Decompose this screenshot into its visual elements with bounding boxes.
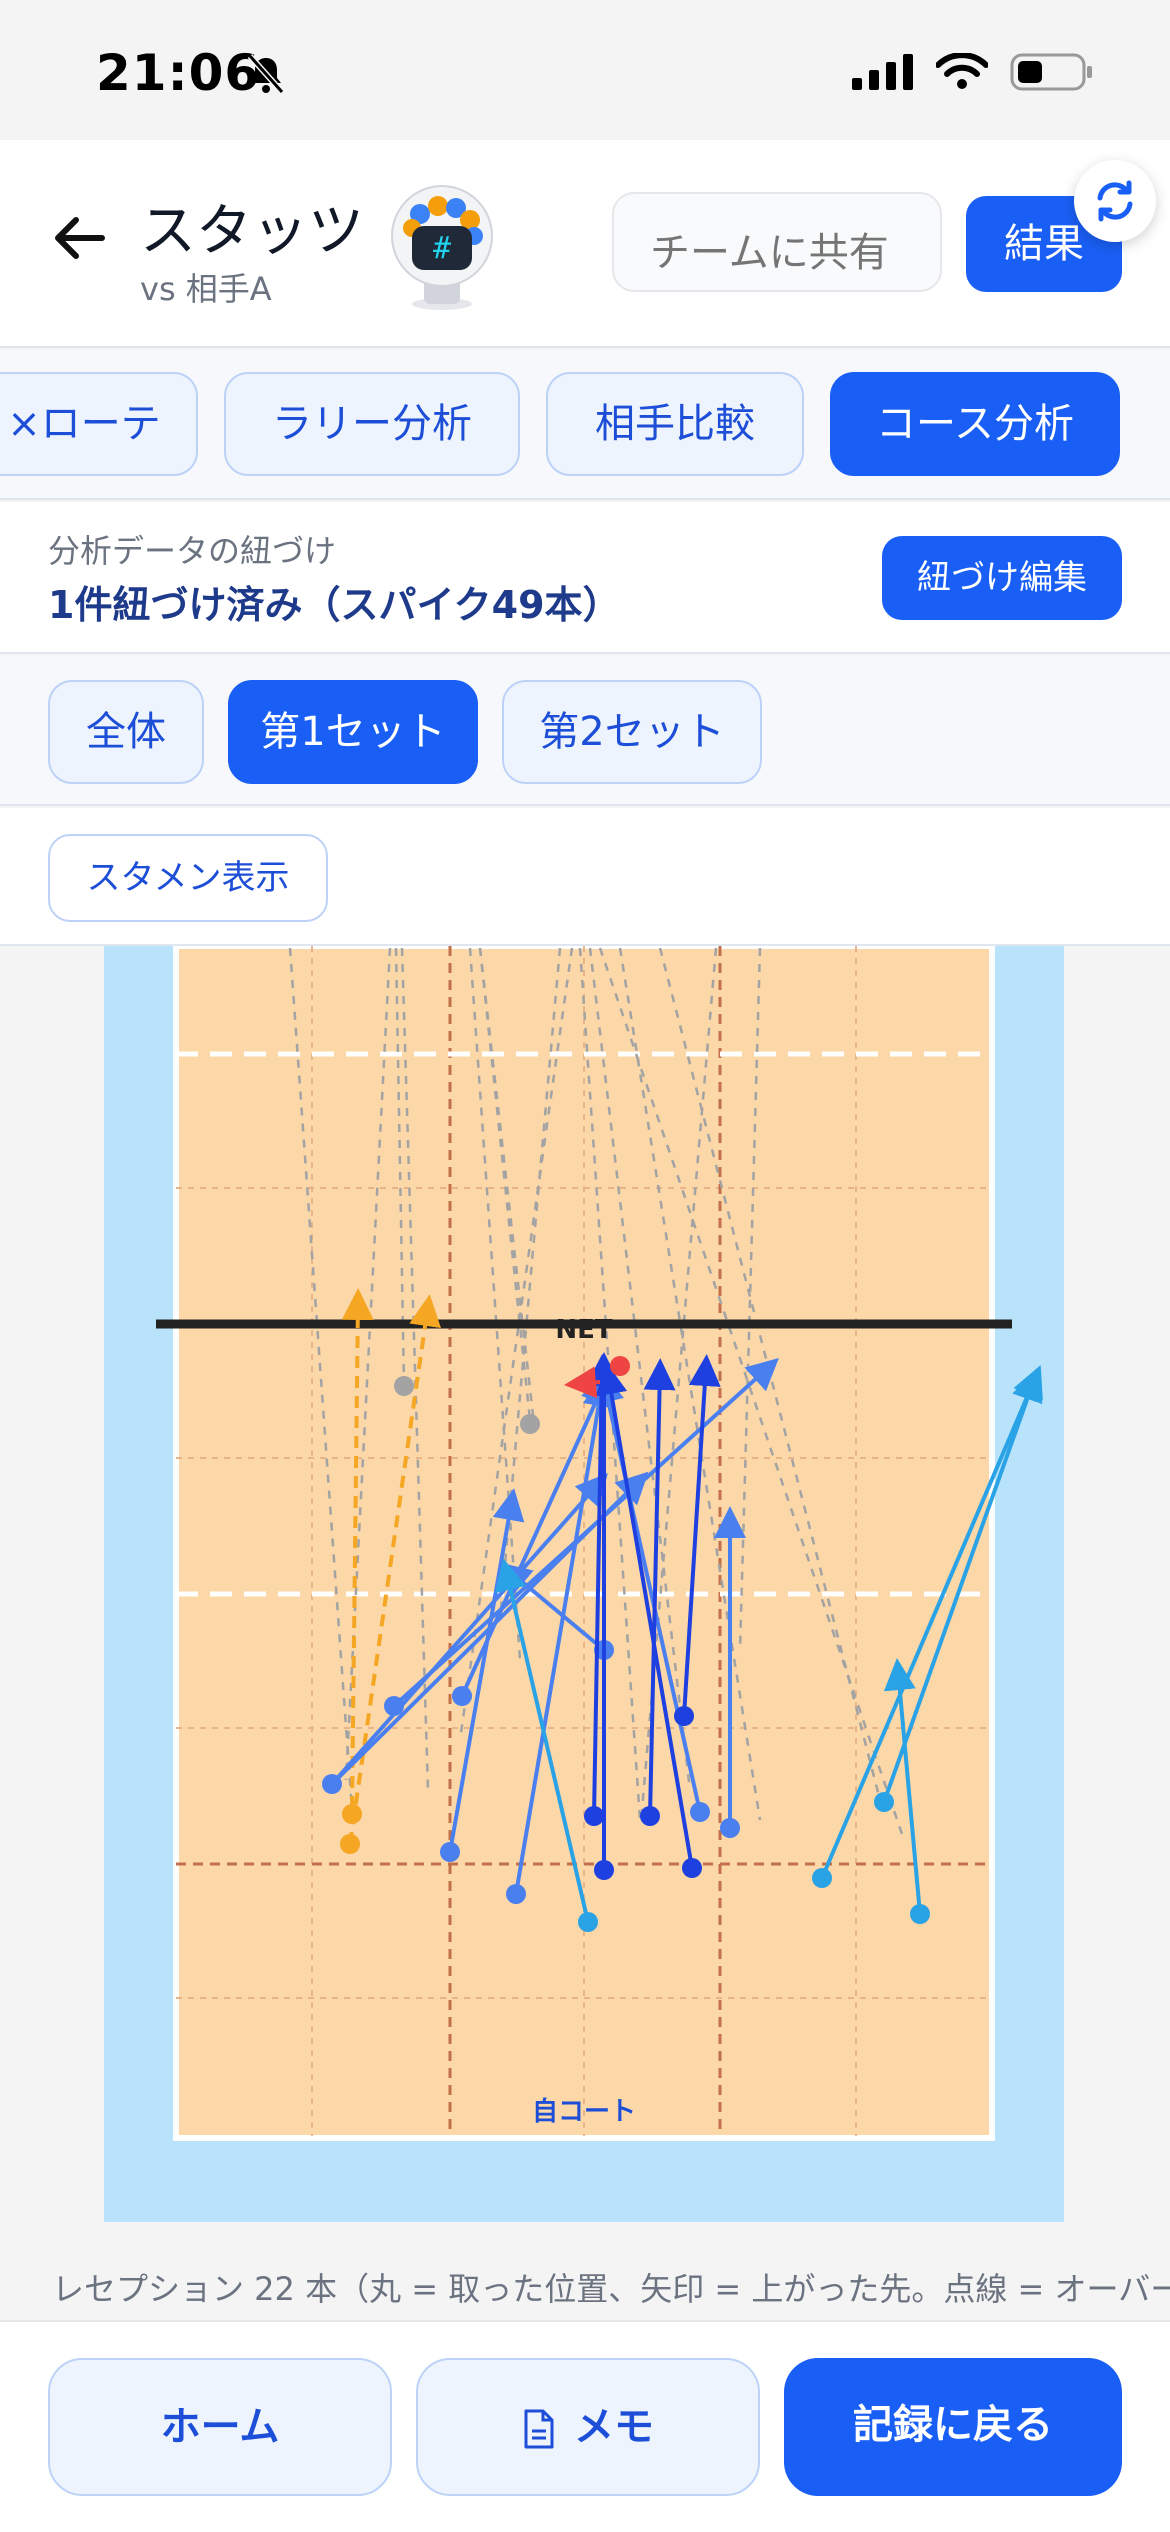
starter-row: スタメン表示 (0, 808, 1170, 946)
back-to-record-button[interactable]: 記録に戻る (784, 2358, 1122, 2496)
set-1[interactable]: 第1セット (228, 680, 478, 784)
share-input[interactable] (612, 192, 942, 292)
bottom-bar: ホーム メモ 記録に戻る (0, 2320, 1170, 2532)
team-name: スタッツ (140, 199, 364, 264)
tab-rally-analysis[interactable]: ラリー分析 (224, 372, 520, 476)
link-edit-button[interactable]: 紐づけ編集 (882, 536, 1122, 620)
home-button[interactable]: ホーム (48, 2358, 392, 2496)
court-area: NET 自コート レセプション 22 本（丸 = 取った位置、矢印 = 上がった… (0, 946, 1170, 2320)
link-label: 分析データの紐づけ (48, 532, 337, 570)
link-status: 1件紐づけ済み（スパイク49本） (48, 583, 621, 627)
wifi-icon (936, 53, 988, 89)
tab-opponent-compare[interactable]: 相手比較 (546, 372, 804, 476)
back-to-record-label: 記録に戻る (853, 2402, 1053, 2448)
tab-course-analysis[interactable]: コース分析 (830, 372, 1120, 476)
back-arrow-icon[interactable] (48, 206, 112, 270)
analysis-tabs: ×ローテ ラリー分析 相手比較 コース分析 (0, 350, 1170, 500)
set-2[interactable]: 第2セット (502, 680, 762, 784)
svg-text:#: # (433, 231, 451, 266)
status-time: 21:06 (96, 44, 261, 102)
net-label: NET (555, 1315, 613, 1345)
robot-avatar-icon: # (391, 185, 493, 310)
header: スタッツ vs 相手A # 結果 (0, 140, 1170, 348)
court-diagram: NET 自コート (104, 946, 1064, 2222)
memo-label: メモ (574, 2404, 654, 2450)
opponent-label: vs 相手A (140, 270, 272, 308)
status-bar: 21:06 (0, 0, 1170, 140)
court-caption: レセプション 22 本（丸 = 取った位置、矢印 = 上がった先。点線 = オー… (52, 2270, 1170, 2308)
bell-muted-icon (247, 54, 285, 94)
data-link-section: 分析データの紐づけ 1件紐づけ済み（スパイク49本） 紐づけ編集 (0, 502, 1170, 654)
starter-display-button[interactable]: スタメン表示 (48, 834, 328, 922)
tab-rotation[interactable]: ×ローテ (0, 372, 198, 476)
battery-icon (1010, 53, 1092, 91)
memo-button[interactable]: メモ (416, 2358, 760, 2496)
signal-icon (852, 54, 913, 90)
own-court-label: 自コート (532, 2096, 636, 2127)
home-label: ホーム (160, 2404, 280, 2450)
refresh-icon[interactable] (1074, 160, 1156, 242)
set-all[interactable]: 全体 (48, 680, 204, 784)
set-filter: 全体 第1セット 第2セット (0, 656, 1170, 806)
document-icon (524, 2409, 554, 2449)
